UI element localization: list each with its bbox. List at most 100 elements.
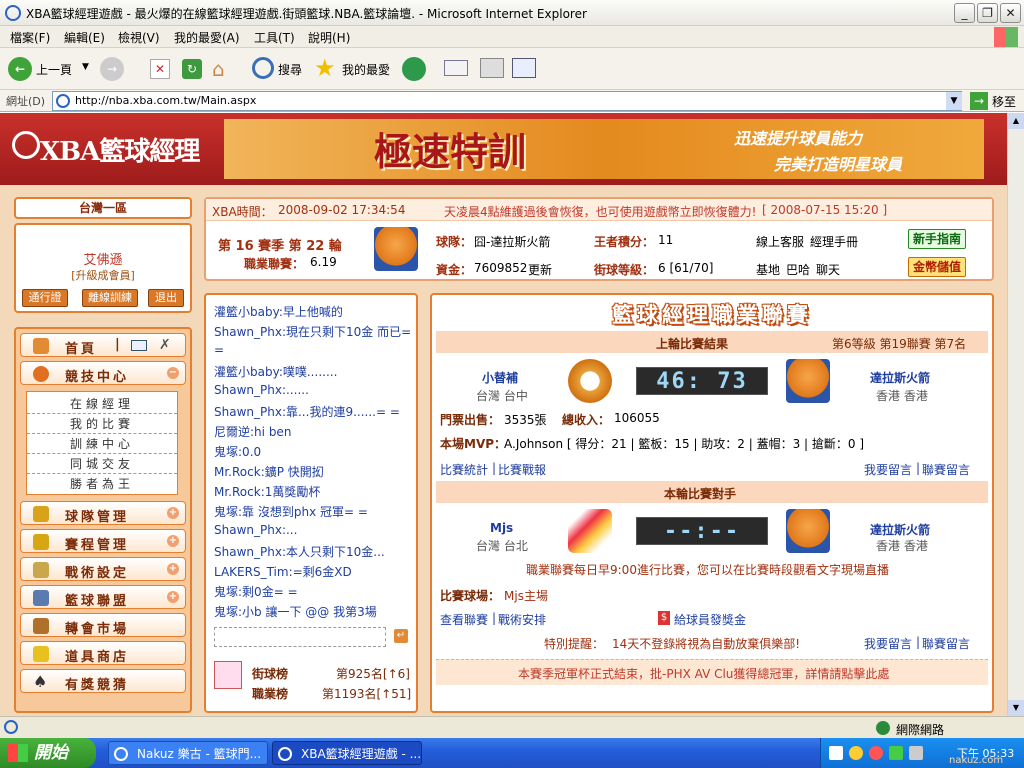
next-away-team[interactable]: 達拉斯火箭 [870, 521, 930, 538]
taskbar-nakuz[interactable]: Nakuz 樂古 - 籃球門... [108, 741, 268, 765]
chat-user[interactable]: 灌籃小baby [214, 365, 279, 379]
tray-icon[interactable] [869, 746, 883, 760]
back-dropdown-icon[interactable]: ▼ [82, 62, 89, 72]
print-icon[interactable] [480, 58, 504, 78]
vertical-scrollbar[interactable]: ▲ ▼ [1007, 113, 1024, 716]
upgrade-link[interactable]: [升級成會員] [16, 267, 190, 283]
chat-user[interactable]: LAKERS_Tim [214, 565, 289, 579]
promo-banner[interactable]: 極速特訓 迅速提升球員能力 完美打造明星球員 [224, 119, 984, 179]
expand-icon[interactable]: + [167, 563, 179, 575]
chat-user[interactable]: Shawn_Phx [214, 523, 282, 537]
mail-icon[interactable] [444, 60, 468, 76]
chat-user[interactable]: Shawn_Phx [214, 325, 282, 339]
tray-icon[interactable] [889, 746, 903, 760]
player-bonus-link[interactable]: 給球員發獎金 [674, 611, 746, 628]
submenu-local-friends[interactable]: 同城交友 [27, 454, 177, 474]
chat-user[interactable]: 鬼塚 [214, 605, 238, 619]
away-team-name[interactable]: 達拉斯火箭 [870, 369, 930, 386]
nav-transfer[interactable]: 轉會市場 [20, 613, 186, 637]
submenu-training-center[interactable]: 訓練中心 [27, 434, 177, 454]
chat-link[interactable]: 聊天 [816, 261, 840, 278]
submenu-my-matches[interactable]: 我的比賽 [27, 414, 177, 434]
base-link[interactable]: 基地 [756, 261, 780, 278]
nav-shop[interactable]: 道具商店 [20, 641, 186, 665]
logout-button[interactable]: 退出 [148, 289, 184, 307]
tray-icon[interactable] [909, 746, 923, 760]
nav-team[interactable]: 球隊管理 + [20, 501, 186, 525]
menu-help[interactable]: 說明(H) [308, 29, 350, 46]
minimize-button[interactable]: _ [954, 3, 975, 23]
back-icon[interactable]: ← [8, 57, 32, 81]
close-button[interactable]: ✕ [1000, 3, 1021, 23]
nav-league[interactable]: 籃球聯盟 + [20, 585, 186, 609]
online-support-link[interactable]: 線上客服 [756, 233, 804, 250]
chat-user[interactable]: Shawn_Phx [214, 383, 282, 397]
tray-icon[interactable] [849, 746, 863, 760]
home-team-name[interactable]: 小替補 [482, 369, 518, 386]
leave-message-link-2[interactable]: 我要留言 [864, 635, 912, 652]
submenu-winner-king[interactable]: 勝者為王 [27, 474, 177, 494]
tactics-link[interactable]: 戰術安排 [498, 611, 546, 628]
nav-schedule[interactable]: 賽程管理 + [20, 529, 186, 553]
site-logo[interactable]: XBA籃球經理 [40, 131, 200, 168]
stop-icon[interactable]: ✕ [150, 59, 170, 79]
favorites-star-icon[interactable]: ★ [314, 54, 336, 82]
league-message-link-2[interactable]: 聯賽留言 [922, 635, 970, 652]
bahamut-link[interactable]: 巴哈 [786, 261, 810, 278]
offline-training-button[interactable]: 離線訓練 [82, 289, 138, 307]
manager-manual-link[interactable]: 經理手冊 [810, 233, 858, 250]
expand-icon[interactable]: + [167, 535, 179, 547]
chat-user[interactable]: Mr.Rock [214, 465, 261, 479]
refresh-icon[interactable]: ↻ [182, 59, 202, 79]
edit-icon[interactable] [512, 58, 536, 78]
menu-file[interactable]: 檔案(F) [10, 29, 50, 46]
chat-user[interactable]: 鬼塚 [214, 505, 238, 519]
menu-favorites[interactable]: 我的最愛(A) [174, 29, 240, 46]
history-icon[interactable] [402, 57, 426, 81]
chat-user[interactable]: Shawn_Phx [214, 405, 282, 419]
nav-quiz[interactable]: ♠ 有獎競猜 [20, 669, 186, 693]
forward-icon[interactable]: → [100, 57, 124, 81]
chat-user[interactable]: 鬼塚 [214, 445, 238, 459]
match-stats-link[interactable]: 比賽統計 [440, 461, 488, 478]
scroll-down-icon[interactable]: ▼ [1008, 700, 1024, 716]
chat-user[interactable]: 尼爾逆 [214, 425, 250, 439]
address-dropdown-icon[interactable]: ▼ [946, 92, 962, 110]
beginner-guide-button[interactable]: 新手指南 [908, 229, 966, 249]
menu-view[interactable]: 檢視(V) [118, 29, 160, 46]
nav-home[interactable]: 首頁 | ✗ [20, 333, 186, 357]
mail-icon[interactable] [131, 340, 147, 351]
refresh-link[interactable]: 更新 [528, 261, 552, 278]
back-button[interactable]: 上一頁 [36, 61, 72, 78]
next-home-team[interactable]: Mjs [490, 521, 513, 535]
go-button[interactable]: 移至 [992, 93, 1016, 110]
chat-user[interactable]: Shawn_Phx [214, 545, 282, 559]
home-icon[interactable]: ⌂ [212, 58, 236, 80]
coin-topup-button[interactable]: 金幣儲值 [908, 257, 966, 277]
menu-tools[interactable]: 工具(T) [254, 29, 295, 46]
nav-arena[interactable]: 競技中心 − [20, 361, 186, 385]
match-report-link[interactable]: 比賽戰報 [498, 461, 546, 478]
maximize-button[interactable]: ❐ [977, 3, 998, 23]
go-icon[interactable]: → [970, 92, 988, 110]
expand-icon[interactable]: + [167, 591, 179, 603]
search-icon[interactable] [252, 57, 274, 79]
footer-notice[interactable]: 本賽季冠軍杯正式結束，批-PHX AV Clu獲得總冠軍，詳情請點擊此處 [518, 665, 889, 682]
menu-edit[interactable]: 編輯(E) [64, 29, 105, 46]
chat-user[interactable]: 鬼塚 [214, 585, 238, 599]
send-icon[interactable]: ↵ [394, 629, 408, 643]
passport-button[interactable]: 通行證 [22, 289, 68, 307]
leave-message-link[interactable]: 我要留言 [864, 461, 912, 478]
favorites-button[interactable]: 我的最愛 [342, 61, 390, 78]
chat-input[interactable] [214, 627, 386, 647]
team-value[interactable]: 囧-達拉斯火箭 [474, 233, 550, 250]
tools-icon[interactable]: ✗ [159, 337, 171, 353]
collapse-icon[interactable]: − [167, 367, 179, 379]
submenu-online-manager[interactable]: 在線經理 [27, 394, 177, 414]
nav-tactics[interactable]: 戰術設定 + [20, 557, 186, 581]
taskbar-xba[interactable]: XBA籃球經理遊戲 - ... [272, 741, 422, 765]
view-league-link[interactable]: 查看聯賽 [440, 611, 488, 628]
chat-user[interactable]: Mr.Rock [214, 485, 261, 499]
notice-text[interactable]: 天凌晨4點維護過後會恢復，也可使用遊戲幣立即恢復體力! [444, 203, 756, 220]
search-button[interactable]: 搜尋 [278, 61, 302, 78]
